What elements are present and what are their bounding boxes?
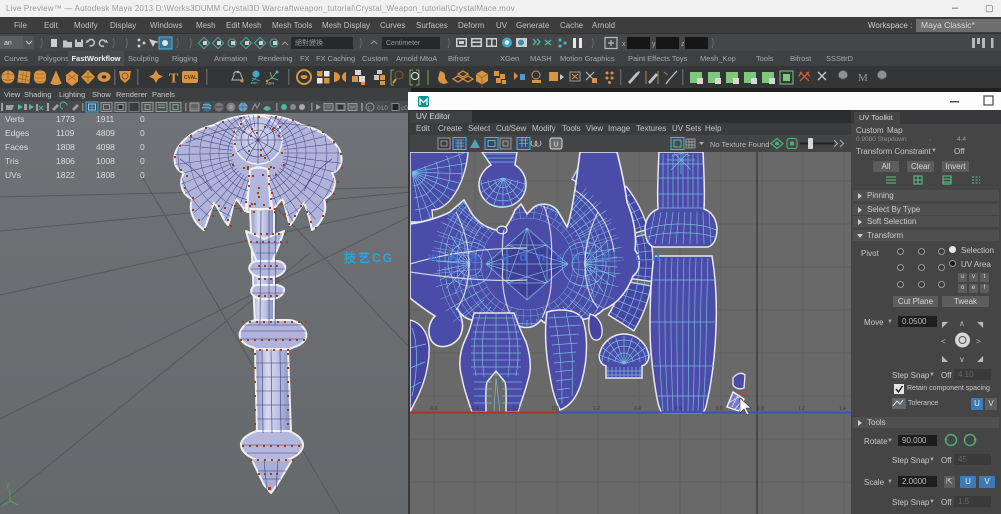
svg-text:>: > — [976, 337, 981, 346]
svg-text:0.0: 0.0 — [552, 406, 559, 412]
svg-text:y: y — [6, 482, 10, 489]
svg-text:◤: ◤ — [942, 320, 949, 329]
svg-text:∨: ∨ — [959, 355, 965, 364]
svg-text:-0.2: -0.2 — [511, 406, 520, 412]
svg-text:ABN: ABN — [266, 81, 274, 86]
svg-text:an: an — [4, 40, 12, 47]
svg-text:◣: ◣ — [942, 354, 949, 363]
svg-text:-0.4: -0.4 — [470, 406, 479, 412]
svg-text:∧: ∧ — [959, 319, 965, 328]
svg-text:◢: ◢ — [977, 354, 984, 363]
svg-text:T: T — [169, 72, 179, 87]
svg-text:z: z — [681, 41, 685, 48]
svg-text:min: min — [251, 80, 257, 85]
svg-text:x: x — [622, 41, 626, 48]
svg-text:0.4: 0.4 — [634, 406, 641, 412]
svg-text:0.8: 0.8 — [716, 406, 723, 412]
svg-text:M: M — [858, 72, 868, 84]
svg-text:<: < — [941, 337, 946, 346]
svg-text:0.6: 0.6 — [675, 406, 682, 412]
svg-text:-0.6: -0.6 — [429, 406, 438, 412]
svg-text:◥: ◥ — [977, 320, 984, 329]
svg-text:0.2: 0.2 — [593, 406, 600, 412]
svg-text:1.4: 1.4 — [839, 406, 846, 412]
svg-text:絕對變換: 絕對變換 — [295, 38, 323, 47]
svg-text:U: U — [554, 142, 559, 149]
svg-text:1.2: 1.2 — [798, 406, 805, 412]
svg-text:c: c — [368, 105, 371, 111]
svg-text:010: 010 — [377, 105, 388, 112]
svg-text:CVAL: CVAL — [184, 75, 197, 81]
svg-text:No Texture Found: No Texture Found — [710, 140, 769, 149]
svg-text:y: y — [652, 41, 656, 48]
svg-text:Centimeter: Centimeter — [386, 40, 421, 47]
svg-text:1.0: 1.0 — [757, 406, 764, 412]
